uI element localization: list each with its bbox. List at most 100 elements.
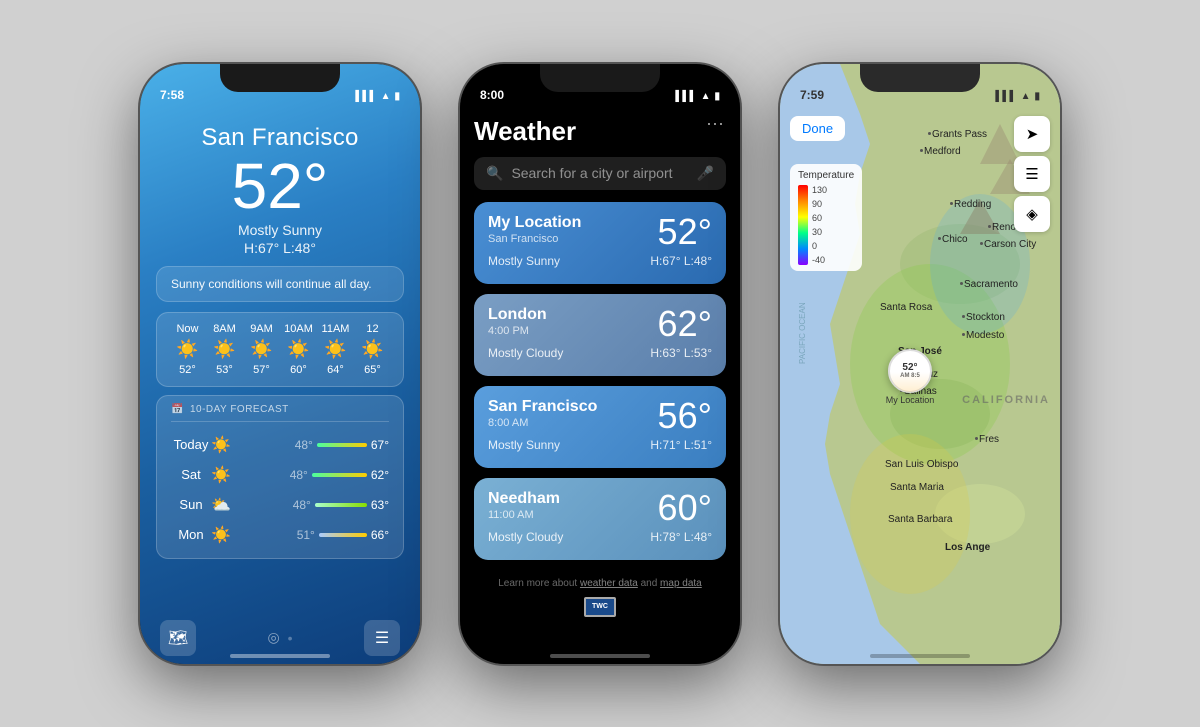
notch-3 [860, 64, 980, 92]
map-right-controls: ➤ ☰ ◈ [1014, 116, 1050, 232]
city-card-my-location[interactable]: My Location San Francisco 52° Mostly Sun… [474, 202, 726, 284]
weather-channel-logo: TWC [474, 597, 726, 617]
city-name-1: My Location [488, 214, 581, 232]
weather-list-title: Weather [474, 108, 726, 157]
city-name: San Francisco [156, 124, 404, 152]
status-time-2: 8:00 [480, 88, 504, 102]
forecast-section: 📅 10-DAY FORECAST Today ☀️ 48° 67° Sat ☀… [156, 395, 404, 559]
temp-bar-today [317, 443, 367, 447]
done-button[interactable]: Done [790, 116, 845, 141]
battery-icon-2: ▮ [714, 91, 720, 102]
city-hilo-2: H:63° L:53° [650, 346, 712, 360]
city-name-4: Needham [488, 490, 560, 508]
city-card-bottom-3: Mostly Sunny H:71° L:51° [488, 438, 712, 452]
status-time-1: 7:58 [160, 88, 184, 102]
notch-2 [540, 64, 660, 92]
color-scale [798, 185, 808, 265]
weather-detail: San Francisco 52° Mostly Sunny H:67° L:4… [140, 114, 420, 577]
city-card-bottom-4: Mostly Cloudy H:78° L:48° [488, 530, 712, 544]
city-cond-3: Mostly Sunny [488, 438, 560, 452]
location-arrow-button[interactable]: ➤ [1014, 116, 1050, 152]
more-options-button[interactable]: ⋯ [706, 114, 724, 135]
search-bar[interactable]: 🔍 Search for a city or airport 🎤 [474, 157, 726, 190]
mic-icon: 🎤 [697, 165, 714, 182]
list-button[interactable]: ☰ [364, 620, 400, 656]
temp-bar-sat [312, 473, 367, 477]
legend-title: Temperature [798, 170, 854, 181]
signal-icon: ▌▌▌ [355, 91, 376, 102]
hourly-row: Now ☀️ 52° 8AM ☀️ 53° 9AM ☀️ 57° [171, 323, 389, 376]
hour-11am: 11AM ☀️ 64° [319, 323, 352, 376]
city-sub-2: 4:00 PM [488, 325, 547, 337]
svg-text:PACIFIC OCEAN: PACIFIC OCEAN [798, 302, 807, 364]
city-temp-2: 62° [658, 306, 712, 342]
map-button[interactable]: 🗺 [160, 620, 196, 656]
signal-icon-3: ▌▌▌ [995, 91, 1016, 102]
location-pin: 52° AM 8:5 My Location [888, 349, 932, 393]
pin-temp: 52° AM 8:5 [888, 349, 932, 393]
hour-9am: 9AM ☀️ 57° [245, 323, 278, 376]
footer-text: Learn more about weather data and map da… [474, 570, 726, 593]
city-temp-3: 56° [658, 398, 712, 434]
current-temp: 52° [156, 154, 404, 218]
home-indicator-1 [230, 654, 330, 658]
hour-10am: 10AM ☀️ 60° [282, 323, 315, 376]
wifi-icon-2: ▲ [701, 91, 711, 102]
phone-3: PACIFIC OCEAN Grants Pass Medford Reddin… [780, 64, 1060, 664]
city-card-sf[interactable]: San Francisco 8:00 AM 56° Mostly Sunny H… [474, 386, 726, 468]
bottom-bar-1: 🗺 ◎ • ☰ [140, 620, 420, 656]
condition-note: Sunny conditions will continue all day. [156, 266, 404, 302]
city-temp-1: 52° [658, 214, 712, 250]
temp-bar-sun [315, 503, 367, 507]
legend-bar: 130 90 60 30 0 -40 [798, 185, 854, 265]
home-indicator-3 [870, 654, 970, 658]
list-view-button[interactable]: ☰ [1014, 156, 1050, 192]
location-icon: ◎ [267, 629, 279, 646]
city-temp-4: 60° [658, 490, 712, 526]
layers-button[interactable]: ◈ [1014, 196, 1050, 232]
notch [220, 64, 340, 92]
forecast-today: Today ☀️ 48° 67° [171, 430, 389, 460]
city-cond-2: Mostly Cloudy [488, 346, 563, 360]
city-hilo-1: H:67° L:48° [650, 254, 712, 268]
temp-bar-mon [319, 533, 367, 537]
phone-1: 7:58 ▌▌▌ ▲ ▮ San Francisco 52° Mostly Su… [140, 64, 420, 664]
forecast-header: 📅 10-DAY FORECAST [171, 404, 389, 422]
city-hilo-4: H:78° L:48° [650, 530, 712, 544]
dot-icon: • [288, 630, 293, 646]
city-card-top-4: Needham 11:00 AM 60° [488, 490, 712, 526]
hi-lo: H:67° L:48° [156, 240, 404, 256]
city-list-content: Weather 🔍 Search for a city or airport 🎤… [460, 108, 740, 664]
city-name-2: London [488, 306, 547, 324]
city-sub-3: 8:00 AM [488, 417, 597, 429]
forecast-sat: Sat ☀️ 48° 62° [171, 460, 389, 490]
city-sub-1: San Francisco [488, 233, 581, 245]
city-card-bottom-2: Mostly Cloudy H:63° L:53° [488, 346, 712, 360]
city-hilo-3: H:71° L:51° [650, 438, 712, 452]
city-card-needham[interactable]: Needham 11:00 AM 60° Mostly Cloudy H:78°… [474, 478, 726, 560]
signal-icon-2: ▌▌▌ [675, 91, 696, 102]
city-card-top-3: San Francisco 8:00 AM 56° [488, 398, 712, 434]
map-data-link[interactable]: map data [660, 578, 702, 589]
search-icon: 🔍 [486, 165, 503, 182]
weather-data-link[interactable]: weather data [580, 578, 638, 589]
city-cond-4: Mostly Cloudy [488, 530, 563, 544]
hour-now: Now ☀️ 52° [171, 323, 204, 376]
search-placeholder: Search for a city or airport [511, 165, 688, 181]
forecast-mon: Mon ☀️ 51° 66° [171, 520, 389, 550]
status-icons-1: ▌▌▌ ▲ ▮ [355, 91, 400, 102]
phone-2: 8:00 ▌▌▌ ▲ ▮ ⋯ Weather 🔍 Search for a ci… [460, 64, 740, 664]
pin-label: My Location [886, 395, 935, 405]
status-icons-3: ▌▌▌ ▲ ▮ [995, 91, 1040, 102]
status-time-3: 7:59 [800, 88, 824, 102]
city-name-3: San Francisco [488, 398, 597, 416]
city-card-london[interactable]: London 4:00 PM 62° Mostly Cloudy H:63° L… [474, 294, 726, 376]
city-cond-1: Mostly Sunny [488, 254, 560, 268]
temperature-legend: Temperature 130 90 60 30 0 -40 [790, 164, 862, 271]
hour-8am: 8AM ☀️ 53° [208, 323, 241, 376]
forecast-sun: Sun ⛅ 48° 63° [171, 490, 389, 520]
hourly-section: Now ☀️ 52° 8AM ☀️ 53° 9AM ☀️ 57° [156, 312, 404, 387]
city-card-top-1: My Location San Francisco 52° [488, 214, 712, 250]
condition: Mostly Sunny [156, 222, 404, 238]
city-card-bottom-1: Mostly Sunny H:67° L:48° [488, 254, 712, 268]
